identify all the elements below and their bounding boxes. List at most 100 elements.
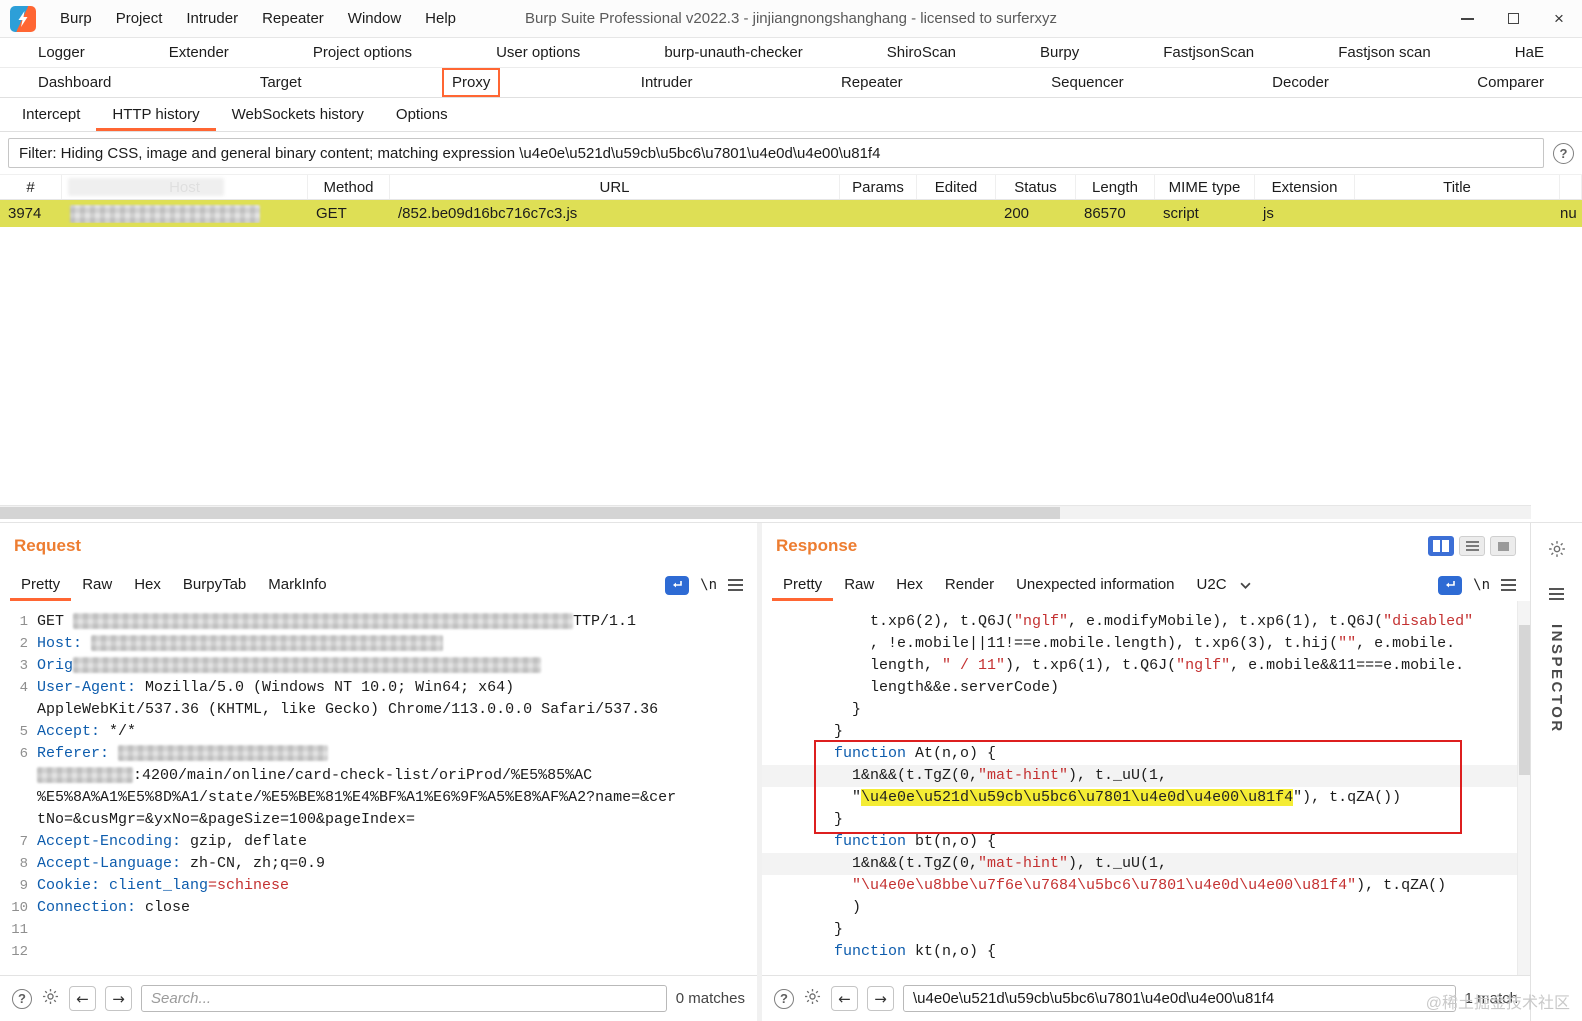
line-number: 3 [19,658,28,674]
tab-comparer[interactable]: Comparer [1469,70,1552,95]
response-editor[interactable]: t.xp6(2), t.Q6J("nglf", e.modifyMobile),… [762,601,1530,975]
layout-buttons [1428,536,1516,556]
column-header-mime-type[interactable]: MIME type [1155,175,1255,199]
inspector-settings-gear-icon[interactable] [1547,539,1567,564]
response-tab-pretty[interactable]: Pretty [772,570,833,601]
tab-fastjsonscan[interactable]: FastjsonScan [1155,40,1262,65]
response-help-icon[interactable]: ? [774,988,794,1009]
response-editor-icons: \n [1438,575,1520,595]
inspector-sidebar: INSPECTOR [1530,523,1582,1021]
split-view-button[interactable] [1428,536,1454,556]
request-editor-menu-icon[interactable] [728,579,743,591]
filter-help-icon[interactable]: ? [1553,142,1574,164]
response-tab-render[interactable]: Render [934,570,1005,601]
tab-target[interactable]: Target [252,70,310,95]
chevron-down-icon[interactable] [1240,582,1251,589]
tab-repeater[interactable]: Repeater [833,70,911,95]
tab-user-options[interactable]: User options [488,40,588,65]
request-search-input[interactable] [141,985,667,1012]
menu-intruder[interactable]: Intruder [174,4,250,33]
request-settings-gear-icon[interactable] [41,987,60,1011]
response-scrollbar-thumb[interactable] [1519,625,1530,775]
inspector-dock-icon[interactable] [1549,588,1564,600]
history-table-selected-row[interactable]: 3974 GET /852.be09d16bc716c7c3.js 200 86… [0,200,1582,227]
horizontal-scrollbar-thumb[interactable] [0,507,1060,519]
tab-burpy[interactable]: Burpy [1032,40,1087,65]
request-help-icon[interactable]: ? [12,988,32,1009]
newline-toggle[interactable]: \n [700,577,717,593]
request-tab-hex[interactable]: Hex [123,570,172,601]
request-line: 1 GET TTP/1.1 [0,611,757,633]
column-header-method[interactable]: Method [308,175,390,199]
request-tab-markinfo[interactable]: MarkInfo [257,570,337,601]
response-editor-tabs-list: Pretty Raw Hex Render Unexpected information… [772,569,1238,601]
column-header-edited[interactable]: Edited [917,175,996,199]
tab-extender[interactable]: Extender [161,40,237,65]
close-button[interactable]: × [1536,0,1582,37]
tab-shiroscan[interactable]: ShiroScan [879,40,964,65]
response-search-input[interactable] [903,985,1456,1012]
menu-help[interactable]: Help [413,4,468,33]
menu-project[interactable]: Project [104,4,175,33]
inspector-label[interactable]: INSPECTOR [1548,624,1565,734]
request-next-match-button[interactable]: → [105,986,132,1011]
cell-url: /852.be09d16bc716c7c3.js [398,205,578,222]
request-editor[interactable]: 1 GET TTP/1.1 2 Host: 3 Orig 4 User-Agent: Moz… [0,601,757,975]
line-number: 10 [11,900,28,916]
menu-window[interactable]: Window [336,4,413,33]
tab-logger[interactable]: Logger [30,40,93,65]
request-search-bar: ? ← → 0 matches [0,975,757,1021]
menu-burp[interactable]: Burp [48,4,104,33]
maximize-button[interactable] [1490,0,1536,37]
subtab-http-history[interactable]: HTTP history [96,98,215,131]
menu-repeater[interactable]: Repeater [250,4,336,33]
tab-fastjson-scan[interactable]: Fastjson scan [1330,40,1439,65]
single-view-button[interactable] [1490,536,1516,556]
column-header-status[interactable]: Status [996,175,1076,199]
tab-proxy[interactable]: Proxy [442,68,501,97]
request-tab-raw[interactable]: Raw [71,570,123,601]
response-editor-menu-icon[interactable] [1501,579,1516,591]
tab-decoder[interactable]: Decoder [1264,70,1337,95]
subtab-websockets-history[interactable]: WebSockets history [216,98,380,131]
column-header-host[interactable]: Host [62,175,308,199]
line-number: 6 [19,746,28,762]
cell-host [62,204,308,223]
word-wrap-icon[interactable] [665,575,690,595]
word-wrap-icon[interactable] [1438,575,1463,595]
response-tab-hex[interactable]: Hex [885,570,934,601]
stacked-view-button[interactable] [1459,536,1485,556]
tab-intruder[interactable]: Intruder [633,70,701,95]
column-header-length[interactable]: Length [1076,175,1155,199]
column-header-extension[interactable]: Extension [1255,175,1355,199]
request-line: 12 [0,941,757,963]
minimize-button[interactable] [1444,0,1490,37]
tab-hae[interactable]: HaE [1507,40,1552,65]
subtab-options[interactable]: Options [380,98,464,131]
response-prev-match-button[interactable]: ← [831,986,858,1011]
filter-bar[interactable]: Filter: Hiding CSS, image and general bi… [8,138,1544,168]
response-tab-unexpected-information[interactable]: Unexpected information [1005,570,1185,601]
response-tab-raw[interactable]: Raw [833,570,885,601]
column-header-params[interactable]: Params [840,175,917,199]
tab-burp-unauth-checker[interactable]: burp-unauth-checker [656,40,810,65]
response-next-match-button[interactable]: → [867,986,894,1011]
subtab-intercept[interactable]: Intercept [6,98,96,131]
tab-dashboard[interactable]: Dashboard [30,70,119,95]
request-tab-pretty[interactable]: Pretty [10,570,71,601]
column-header-title[interactable]: Title [1355,175,1560,199]
column-header-url[interactable]: URL [390,175,840,199]
response-line: } [834,723,844,740]
column-header-filler [1560,175,1582,199]
tab-sequencer[interactable]: Sequencer [1043,70,1132,95]
response-settings-gear-icon[interactable] [803,987,822,1011]
response-tab-u2c[interactable]: U2C [1186,570,1238,601]
request-tab-burpytab[interactable]: BurpyTab [172,570,257,601]
horizontal-scrollbar[interactable] [0,505,1531,519]
request-prev-match-button[interactable]: ← [69,986,96,1011]
tab-project-options[interactable]: Project options [305,40,420,65]
message-workspace: Request Pretty Raw Hex BurpyTab MarkInfo \n … [0,522,1582,1021]
newline-toggle[interactable]: \n [1473,577,1490,593]
column-header--[interactable]: # [0,175,62,199]
response-scrollbar[interactable] [1517,601,1530,975]
